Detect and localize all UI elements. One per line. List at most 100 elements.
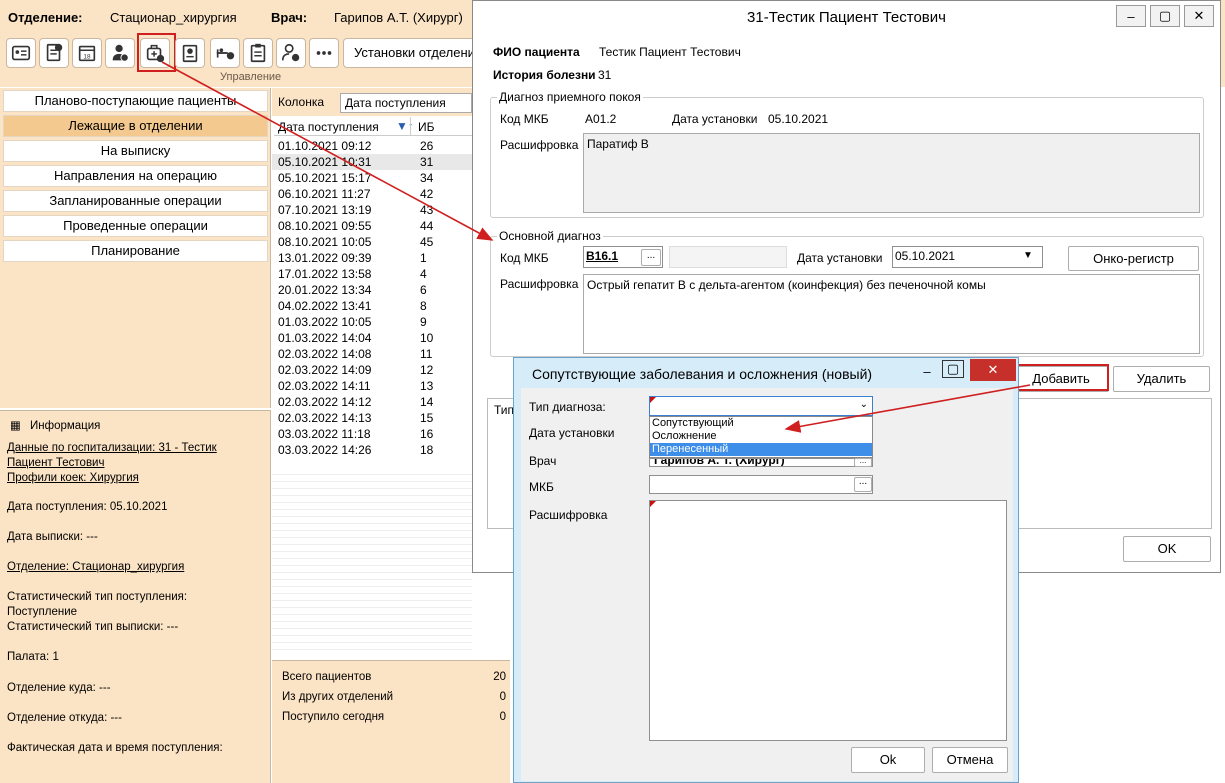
mkb-browse-button[interactable]: ... bbox=[854, 477, 872, 492]
nav-item-referrals[interactable]: Направления на операцию bbox=[3, 165, 268, 187]
chevron-down-icon[interactable]: ⌄ bbox=[860, 399, 868, 410]
chevron-down-icon[interactable]: ▼ bbox=[1023, 250, 1033, 261]
row-history: 9 bbox=[420, 315, 427, 329]
row-history: 6 bbox=[420, 283, 427, 297]
table-row[interactable]: 13.01.2022 09:39 1 bbox=[278, 250, 427, 266]
table-row[interactable]: 08.10.2021 09:55 44 bbox=[278, 218, 433, 234]
column-select[interactable]: Дата поступления bbox=[340, 93, 472, 113]
option-complication[interactable]: Осложнение bbox=[650, 430, 872, 443]
table-row[interactable]: 05.10.2021 10:31 31 bbox=[278, 154, 433, 170]
history-value: 31 bbox=[598, 68, 612, 82]
mkb-browse-button[interactable]: ... bbox=[641, 249, 661, 266]
stat-in-value: Поступление bbox=[7, 606, 78, 618]
more-icon[interactable] bbox=[309, 38, 339, 68]
close-icon[interactable]: ✕ bbox=[970, 359, 1016, 381]
col-admission-date[interactable]: Дата поступления bbox=[278, 120, 379, 134]
option-past[interactable]: Перенесенный bbox=[650, 443, 872, 456]
table-row[interactable]: 02.03.2022 14:08 11 bbox=[278, 346, 432, 362]
nav-item-inpatients[interactable]: Лежащие в отделении bbox=[3, 115, 268, 137]
table-row[interactable]: 01.10.2021 09:12 26 bbox=[278, 138, 433, 154]
row-history: 11 bbox=[420, 347, 433, 361]
main-date-input[interactable]: 05.10.2021 bbox=[892, 246, 1043, 268]
type-select[interactable]: ⌄ bbox=[649, 396, 873, 416]
onko-register-button[interactable]: Онко-регистр bbox=[1068, 246, 1199, 271]
table-row[interactable]: 01.03.2022 10:05 9 bbox=[278, 314, 427, 330]
table-row[interactable]: 01.03.2022 14:04 10 bbox=[278, 330, 433, 346]
badge-icon[interactable] bbox=[175, 38, 205, 68]
table-row[interactable]: 03.03.2022 14:26 18 bbox=[278, 442, 433, 458]
clipboard-icon[interactable] bbox=[243, 38, 273, 68]
adm-decode-box[interactable]: Паратиф В bbox=[583, 133, 1200, 213]
ok-button[interactable]: OK bbox=[1123, 536, 1211, 562]
other-value: 0 bbox=[499, 691, 506, 703]
close-icon[interactable]: ✕ bbox=[1184, 5, 1214, 27]
table-row[interactable]: 17.01.2022 13:58 4 bbox=[278, 266, 427, 282]
nav-item-scheduled-ops[interactable]: Запланированные операции bbox=[3, 190, 268, 212]
main-decode-text: Острый гепатит В с дельта-агентом (коинф… bbox=[587, 278, 986, 292]
grid-line bbox=[272, 593, 472, 594]
table-row[interactable]: 04.02.2022 13:41 8 bbox=[278, 298, 427, 314]
beds-link[interactable]: Профили коек: Хирургия bbox=[7, 472, 139, 484]
row-date: 08.10.2021 10:05 bbox=[278, 235, 372, 249]
decode-textarea[interactable] bbox=[649, 500, 1007, 741]
stats-panel: Всего пациентов 20 Из других отделений 0… bbox=[272, 660, 510, 783]
table-row[interactable]: 06.10.2021 11:27 42 bbox=[278, 186, 433, 202]
adm-mkb-label: Код МКБ bbox=[500, 112, 549, 126]
row-history: 31 bbox=[420, 155, 434, 169]
main-decode-label: Расшифровка bbox=[500, 277, 579, 291]
mkb-extra-select[interactable] bbox=[669, 246, 787, 268]
table-row[interactable]: 03.03.2022 11:18 16 bbox=[278, 426, 433, 442]
grid-line bbox=[272, 523, 472, 524]
maximize-icon[interactable]: ▢ bbox=[1150, 5, 1180, 27]
nav-item-planning[interactable]: Планирование bbox=[3, 240, 268, 262]
minimize-icon[interactable]: – bbox=[1116, 5, 1146, 27]
table-row[interactable]: 20.01.2022 13:34 6 bbox=[278, 282, 427, 298]
total-value: 20 bbox=[493, 671, 506, 683]
col-history[interactable]: ИБ bbox=[418, 120, 435, 134]
patient-card-icon[interactable] bbox=[6, 38, 36, 68]
minimize-icon[interactable]: – bbox=[912, 360, 942, 382]
window-title: 31-Тестик Пациент Тестович bbox=[473, 1, 1220, 35]
dialog-cancel-button[interactable]: Отмена bbox=[932, 747, 1008, 773]
user-arrow-icon[interactable] bbox=[276, 38, 306, 68]
main-decode-box[interactable]: Острый гепатит В с дельта-агентом (коинф… bbox=[583, 274, 1200, 354]
nav-item-planned[interactable]: Планово-поступающие пациенты bbox=[3, 90, 268, 112]
group-title: Диагноз приемного покоя bbox=[499, 90, 641, 104]
delete-button[interactable]: Удалить bbox=[1113, 366, 1210, 392]
calendar-icon[interactable]: 18 bbox=[72, 38, 102, 68]
dept-link[interactable]: Отделение: Стационар_хирургия bbox=[7, 561, 184, 573]
row-history: 26 bbox=[420, 139, 434, 153]
dialog-ok-button[interactable]: Ok bbox=[851, 747, 925, 773]
row-date: 20.01.2022 13:34 bbox=[278, 283, 372, 297]
mkb-input[interactable] bbox=[649, 475, 873, 494]
hosp-link-2[interactable]: Пациент Тестович bbox=[7, 457, 104, 469]
doctor-input[interactable]: Гарипов А. Т. (Хирург) bbox=[649, 458, 873, 467]
table-row[interactable]: 02.03.2022 14:09 12 bbox=[278, 362, 433, 378]
doctor-browse-button[interactable]: ... bbox=[854, 457, 872, 467]
table-row[interactable]: 08.10.2021 10:05 45 bbox=[278, 234, 433, 250]
svg-text:18: 18 bbox=[83, 54, 91, 61]
nav-item-discharge[interactable]: На выписку bbox=[3, 140, 268, 162]
table-row[interactable]: 02.03.2022 14:11 13 bbox=[278, 378, 433, 394]
row-date: 06.10.2021 11:27 bbox=[278, 187, 371, 201]
row-date: 02.03.2022 14:09 bbox=[278, 363, 372, 377]
sort-icon[interactable]: ▼↑ bbox=[396, 119, 414, 133]
table-row[interactable]: 02.03.2022 14:13 15 bbox=[278, 410, 433, 426]
grid-line bbox=[272, 544, 472, 545]
grid-line bbox=[272, 586, 472, 587]
table-row[interactable]: 02.03.2022 14:12 14 bbox=[278, 394, 433, 410]
hosp-link[interactable]: Данные по госпитализации: 31 - Тестик bbox=[7, 442, 217, 454]
option-concomitant[interactable]: Сопутствующий bbox=[650, 417, 872, 430]
row-date: 01.03.2022 14:04 bbox=[278, 331, 372, 345]
type-column[interactable]: Тип bbox=[494, 403, 514, 417]
table-row[interactable]: 07.10.2021 13:19 43 bbox=[278, 202, 433, 218]
document-add-icon[interactable] bbox=[39, 38, 69, 68]
maximize-icon[interactable]: ▢ bbox=[942, 360, 964, 378]
table-row[interactable]: 05.10.2021 15:17 34 bbox=[278, 170, 433, 186]
department-settings-button[interactable]: Установки отделения bbox=[343, 38, 483, 68]
type-dropdown[interactable]: Сопутствующий Осложнение Перенесенный bbox=[649, 416, 873, 458]
stretcher-icon[interactable] bbox=[210, 38, 240, 68]
doctor-icon[interactable] bbox=[105, 38, 135, 68]
nav-item-done-ops[interactable]: Проведенные операции bbox=[3, 215, 268, 237]
row-history: 4 bbox=[420, 267, 427, 281]
